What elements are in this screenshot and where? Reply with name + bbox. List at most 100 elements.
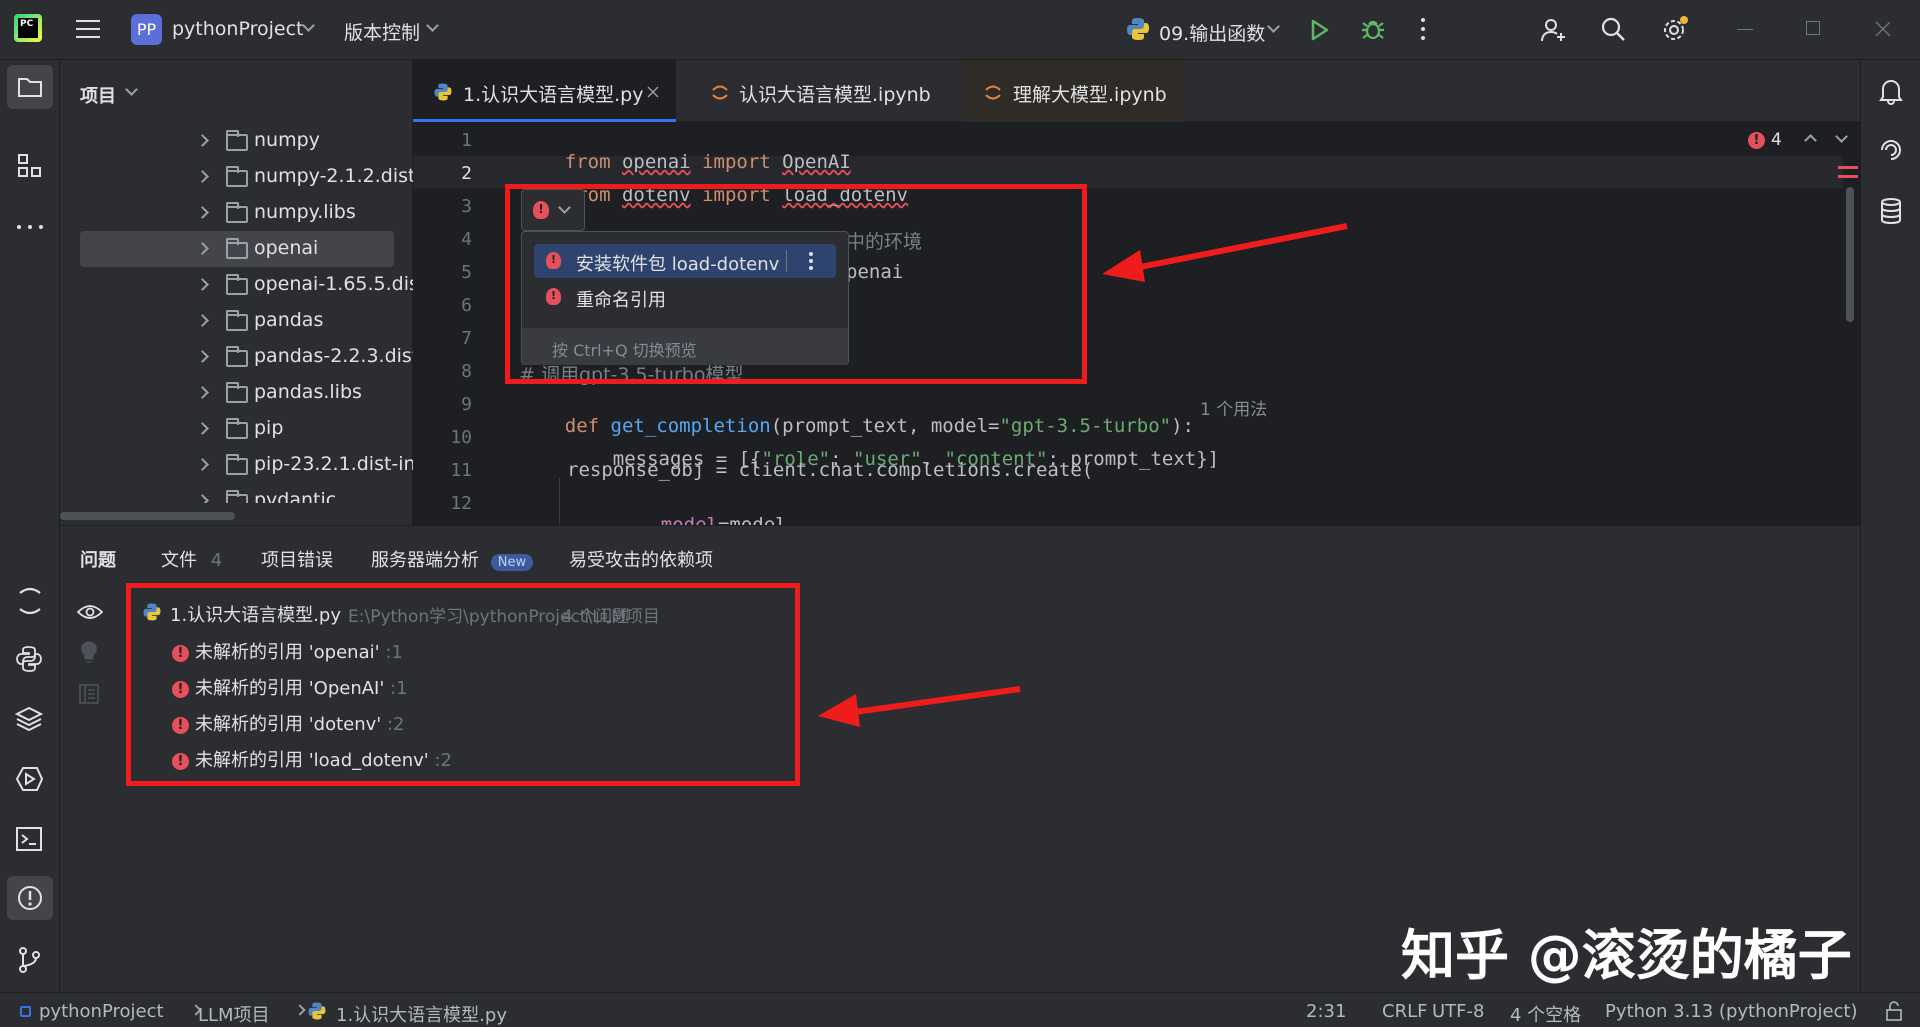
close-tab-icon[interactable] [647, 86, 659, 98]
main-menu-icon[interactable] [76, 18, 100, 38]
tab-server-analysis[interactable]: 服务器端分析 New [371, 546, 534, 572]
python-console-icon[interactable] [15, 645, 43, 673]
folder-icon [226, 238, 248, 259]
problems-tool-button[interactable] [7, 876, 53, 920]
database-icon[interactable] [1879, 197, 1903, 225]
tab-label: 服务器端分析 [371, 550, 479, 571]
breadcrumb-item[interactable]: pythonProject [39, 1001, 164, 1022]
structure-icon[interactable] [17, 153, 43, 179]
tab-label: 文件 [161, 550, 197, 571]
tab-active-file[interactable]: 1.认识大语言模型.py [413, 60, 676, 122]
tree-item[interactable]: pip-23.2.1.dist-info [60, 447, 413, 483]
project-panel-header[interactable]: 项目 [80, 82, 138, 108]
app-logo[interactable]: PC [14, 14, 42, 42]
tree-item[interactable]: numpy-2.1.2.dist-i [60, 159, 413, 195]
chevron-right-icon[interactable] [196, 170, 209, 183]
python-interpreter[interactable]: Python 3.13 (pythonProject) [1605, 1001, 1858, 1022]
left-tool-stripe [0, 60, 60, 992]
minimize-window-icon[interactable] [1737, 29, 1753, 30]
lock-icon[interactable] [1885, 1001, 1903, 1021]
horizontal-scrollbar[interactable] [60, 512, 235, 520]
search-icon[interactable] [1600, 16, 1627, 43]
chevron-right-icon[interactable] [196, 386, 209, 399]
tab-notebook[interactable]: 理解大模型.ipynb [963, 60, 1183, 122]
tree-item-label: pip-23.2.1.dist-info [254, 453, 413, 475]
tree-item-label: pandas-2.2.3.dist-i [254, 345, 413, 367]
tree-item[interactable]: pandas-2.2.3.dist-i [60, 339, 413, 375]
project-panel: 项目 numpy numpy-2.1.2.dist-i numpy.libs o… [60, 60, 413, 525]
error-stripe-mark[interactable] [1838, 175, 1858, 178]
error-stripe-mark[interactable] [1838, 166, 1858, 169]
line-number: 1 [461, 130, 472, 151]
ai-assistant-icon[interactable] [1878, 137, 1904, 163]
tab-vulnerable-deps[interactable]: 易受攻击的依赖项 [569, 546, 713, 572]
warning-circle-icon [18, 886, 42, 910]
tree-item[interactable]: pandas.libs [60, 375, 413, 411]
chevron-right-icon[interactable] [196, 278, 209, 291]
notifications-bell-icon[interactable] [1878, 77, 1904, 105]
chevron-right-icon[interactable] [196, 458, 209, 471]
usage-hint[interactable]: 1 个用法 [1200, 395, 1267, 420]
project-tree: numpy numpy-2.1.2.dist-i numpy.libs open… [60, 123, 413, 503]
more-tools-icon[interactable] [17, 225, 43, 229]
tree-item[interactable]: pydantic [60, 483, 413, 503]
indent-setting[interactable]: 4 个空格 [1510, 1001, 1581, 1027]
tab-project-errors[interactable]: 项目错误 [261, 546, 333, 572]
vcs-menu[interactable]: 版本控制 [344, 18, 439, 45]
settings-gear-icon[interactable] [1660, 15, 1690, 45]
tab-notebook[interactable]: 认识大语言模型.ipynb [676, 60, 963, 122]
code-line-11[interactable]: response_obj = client.chat.completions.c… [567, 459, 1093, 481]
tree-item[interactable]: pip [60, 411, 413, 447]
tree-item[interactable]: pandas [60, 303, 413, 339]
chevron-down-icon [302, 19, 315, 32]
preview-icon[interactable] [79, 684, 99, 704]
editor-scrollbar[interactable] [1846, 187, 1854, 322]
chevron-right-icon[interactable] [196, 350, 209, 363]
chevron-right-icon[interactable] [196, 494, 209, 503]
tree-item-label: pandas.libs [254, 381, 362, 403]
line-number: 7 [461, 328, 472, 349]
layers-icon[interactable] [15, 705, 43, 733]
chevron-right-icon [294, 1004, 306, 1016]
chevron-right-icon[interactable] [196, 206, 209, 219]
restore-window-icon[interactable] [1806, 21, 1820, 35]
tree-item[interactable]: numpy [60, 123, 413, 159]
breadcrumb-item[interactable]: LLM项目 [198, 1001, 270, 1027]
line-separator[interactable]: CRLF [1382, 1001, 1427, 1022]
error-icon: ! [1748, 132, 1765, 149]
python-packages-icon[interactable] [15, 587, 45, 615]
debug-icon[interactable] [1360, 16, 1386, 42]
eye-icon[interactable] [77, 603, 103, 621]
breadcrumb-item[interactable]: 1.认识大语言模型.py [336, 1001, 507, 1027]
inspection-widget[interactable]: ! 4 [1748, 130, 1848, 154]
jupyter-icon [712, 85, 728, 100]
new-badge: New [490, 554, 534, 571]
line-number: 8 [461, 361, 472, 382]
tree-item-selected[interactable]: openai [60, 231, 413, 267]
project-name: pythonProject [172, 18, 304, 40]
add-user-icon[interactable] [1540, 16, 1568, 44]
python-icon [308, 1002, 326, 1020]
caret-position[interactable]: 2:31 [1306, 1001, 1346, 1022]
close-window-icon[interactable] [1875, 21, 1891, 37]
chevron-right-icon[interactable] [196, 422, 209, 435]
tab-file[interactable]: 文件 4 [161, 546, 222, 572]
title-bar: PC PP pythonProject 版本控制 09.输出函数 [0, 0, 1920, 60]
run-icon[interactable] [1310, 19, 1330, 41]
lightbulb-icon[interactable] [80, 641, 98, 665]
tree-item[interactable]: openai-1.65.5.dist- [60, 267, 413, 303]
tab-problems[interactable]: 问题 [80, 546, 116, 572]
indent-guide [559, 478, 560, 525]
line-number: 2 [461, 163, 472, 184]
file-encoding[interactable]: UTF-8 [1432, 1001, 1484, 1022]
chevron-right-icon[interactable] [196, 134, 209, 147]
folder-icon [226, 202, 248, 223]
more-actions-icon[interactable] [1421, 18, 1425, 40]
tree-item[interactable]: numpy.libs [60, 195, 413, 231]
terminal-icon[interactable] [15, 825, 43, 853]
project-tool-button[interactable] [7, 65, 53, 109]
services-icon[interactable] [15, 765, 43, 793]
git-icon[interactable] [15, 946, 43, 974]
chevron-right-icon[interactable] [196, 314, 209, 327]
right-tool-stripe [1860, 60, 1920, 992]
